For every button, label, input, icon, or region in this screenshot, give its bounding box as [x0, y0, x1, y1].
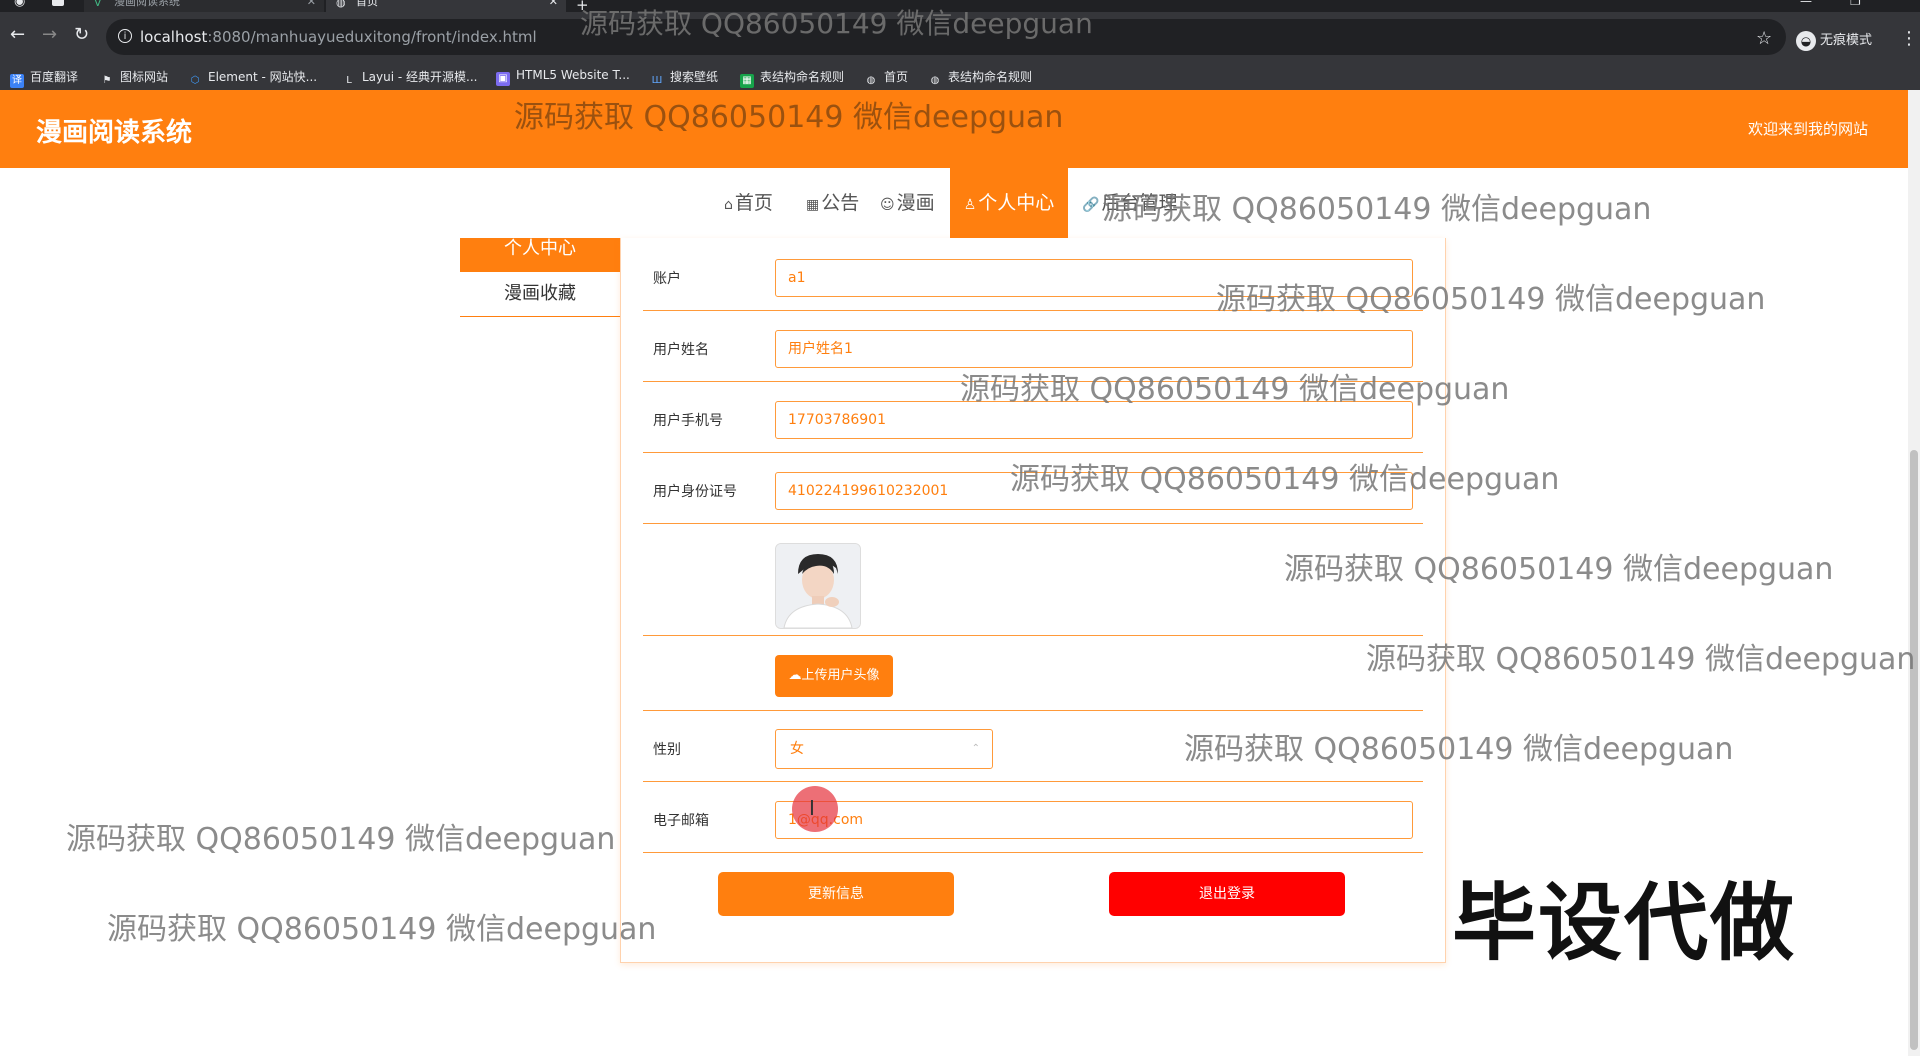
browser-tab-2[interactable]: ◍ 首页 ✕ [326, 0, 566, 12]
name-label: 用户姓名 [653, 342, 709, 358]
globe-icon: ◍ [866, 75, 876, 86]
nav-comic[interactable]: ☺ 漫画 [880, 168, 935, 240]
grid-icon: ▦ [806, 197, 820, 213]
watermark: 源码获取 QQ86050149 微信deepguan [960, 372, 1510, 407]
minimize-icon[interactable]: — [1800, 0, 1812, 8]
back-icon[interactable]: ← [10, 26, 25, 44]
bookmark-item[interactable]: ◍ 表结构命名规则 [928, 68, 1032, 88]
bookmark-item[interactable]: 译百度翻译 [10, 68, 78, 88]
bookmark-item[interactable]: ⚑ 图标网站 [100, 68, 169, 88]
gender-selected-value: 女 [790, 741, 804, 757]
close-tab-icon[interactable]: ✕ [549, 0, 558, 10]
gender-label: 性别 [653, 742, 681, 758]
email-input[interactable]: 1@qq.com [775, 801, 1413, 839]
watermark: 源码获取 QQ86050149 微信deepguan [107, 912, 657, 947]
form-row-upload: ☁上传用户头像 [643, 635, 1423, 711]
smile-icon: ☺ [880, 197, 895, 213]
nav-profile[interactable]: ♙ 个人中心 [950, 168, 1068, 240]
account-label: 账户 [653, 271, 681, 287]
info-icon[interactable]: i [118, 29, 132, 43]
name-input[interactable]: 用户姓名1 [775, 330, 1413, 368]
gender-select[interactable]: 女 ⌃ [775, 729, 993, 769]
translate-icon: 译 [10, 74, 24, 88]
side-item-profile[interactable]: 个人中心 [460, 238, 620, 272]
nav-notice[interactable]: ▦ 公告 [806, 168, 859, 240]
close-tab-icon[interactable]: ✕ [307, 0, 316, 10]
avatar-portrait-icon [776, 544, 860, 628]
link-icon: 🔗 [1082, 197, 1100, 213]
reload-icon[interactable]: ↻ [74, 26, 89, 44]
bookmarks-bar: 译百度翻译 ⚑ 图标网站 ⬡ Element - 网站快... L Layui - 经… [0, 62, 1920, 91]
welcome-text: 欢迎来到我的网站 [1748, 120, 1869, 138]
sheet-icon: ▦ [740, 74, 754, 88]
watermark: 源码获取 QQ86050149 微信deepguan [1102, 192, 1652, 227]
user-icon: ♙ [963, 197, 977, 213]
incognito-icon: ◒ [1796, 30, 1816, 51]
watermark: 源码获取 QQ86050149 微信deepguan [1184, 732, 1734, 767]
nav-home[interactable]: ⌂ 首页 [724, 168, 773, 240]
idcard-label: 用户身份证号 [653, 484, 737, 500]
scrollbar-thumb[interactable] [1910, 450, 1918, 1050]
cloud-upload-icon: ☁ [788, 668, 802, 683]
globe-icon: ◍ [336, 0, 346, 9]
bookmark-item[interactable]: Ш 搜索壁纸 [650, 68, 718, 88]
restore-icon[interactable]: ❐ [1850, 0, 1861, 8]
home-icon: ⌂ [724, 197, 733, 213]
watermark: 源码获取 QQ86050149 微信deepguan [1010, 462, 1560, 497]
side-menu: 个人中心 漫画收藏 [460, 238, 620, 317]
chevron-up-icon: ⌃ [971, 743, 980, 754]
tab-title: 首页 [356, 0, 378, 8]
site-brand[interactable]: 漫画阅读系统 [36, 112, 192, 149]
watermark: 源码获取 QQ86050149 微信deepguan [1284, 552, 1834, 587]
bookmark-item[interactable]: ▣ HTML5 Website T... [496, 68, 630, 86]
flag-icon: ⚑ [102, 75, 112, 86]
watermark: 源码获取 QQ86050149 微信deepguan [1216, 282, 1766, 317]
watermark: 源码获取 QQ86050149 微信deepguan [1366, 642, 1916, 677]
form-row-email: 电子邮箱 1@qq.com [643, 781, 1423, 853]
side-item-favorites[interactable]: 漫画收藏 [460, 272, 620, 317]
incognito-indicator[interactable]: ◒ 无痕模式 [1796, 29, 1872, 51]
bookmark-star-icon[interactable]: ☆ [1756, 28, 1772, 49]
update-info-button[interactable]: 更新信息 [718, 872, 954, 916]
profile-form: 账户 a1 用户姓名 用户姓名1 用户手机号 17703786901 用户身份证… [620, 238, 1446, 963]
browser-tab-1[interactable]: V 漫画阅读系统 ✕ [84, 0, 324, 12]
forward-icon[interactable]: → [42, 26, 57, 44]
wallpaper-icon: Ш [651, 75, 663, 86]
vue-logo-icon: V [94, 0, 102, 9]
text-cursor-icon: I [809, 796, 815, 820]
browser-menu-icon[interactable]: ⋮ [1900, 28, 1918, 49]
window-icon[interactable] [52, 0, 64, 6]
bookmark-item[interactable]: ▦ 表结构命名规则 [740, 68, 844, 88]
watermark: 源码获取 QQ86050149 微信deepguan [514, 100, 1064, 135]
globe-icon: ◍ [930, 75, 940, 86]
html5-icon: ▣ [496, 72, 510, 86]
tab-title: 漫画阅读系统 [114, 0, 180, 8]
browser-logo-icon: ◉ [14, 0, 26, 9]
watermark: 源码获取 QQ86050149 微信deepguan [66, 822, 616, 857]
email-label: 电子邮箱 [653, 813, 709, 829]
watermark: 源码获取 QQ86050149 微信deepguan [580, 7, 1093, 40]
bookmark-item[interactable]: ◍ 首页 [864, 68, 908, 88]
element-logo-icon: ⬡ [190, 75, 200, 86]
logout-button[interactable]: 退出登录 [1109, 872, 1345, 916]
bookmark-item[interactable]: L Layui - 经典开源模... [342, 68, 477, 88]
bookmark-item[interactable]: ⬡ Element - 网站快... [188, 68, 317, 88]
url-text: localhost:8080/manhuayueduxitong/front/i… [140, 28, 537, 46]
promo-stamp: 毕设代做 [1452, 874, 1797, 972]
avatar-image [775, 543, 861, 629]
phone-label: 用户手机号 [653, 413, 723, 429]
click-indicator [792, 786, 838, 832]
layui-logo-icon: L [346, 75, 352, 86]
upload-avatar-button[interactable]: ☁上传用户头像 [775, 655, 893, 697]
